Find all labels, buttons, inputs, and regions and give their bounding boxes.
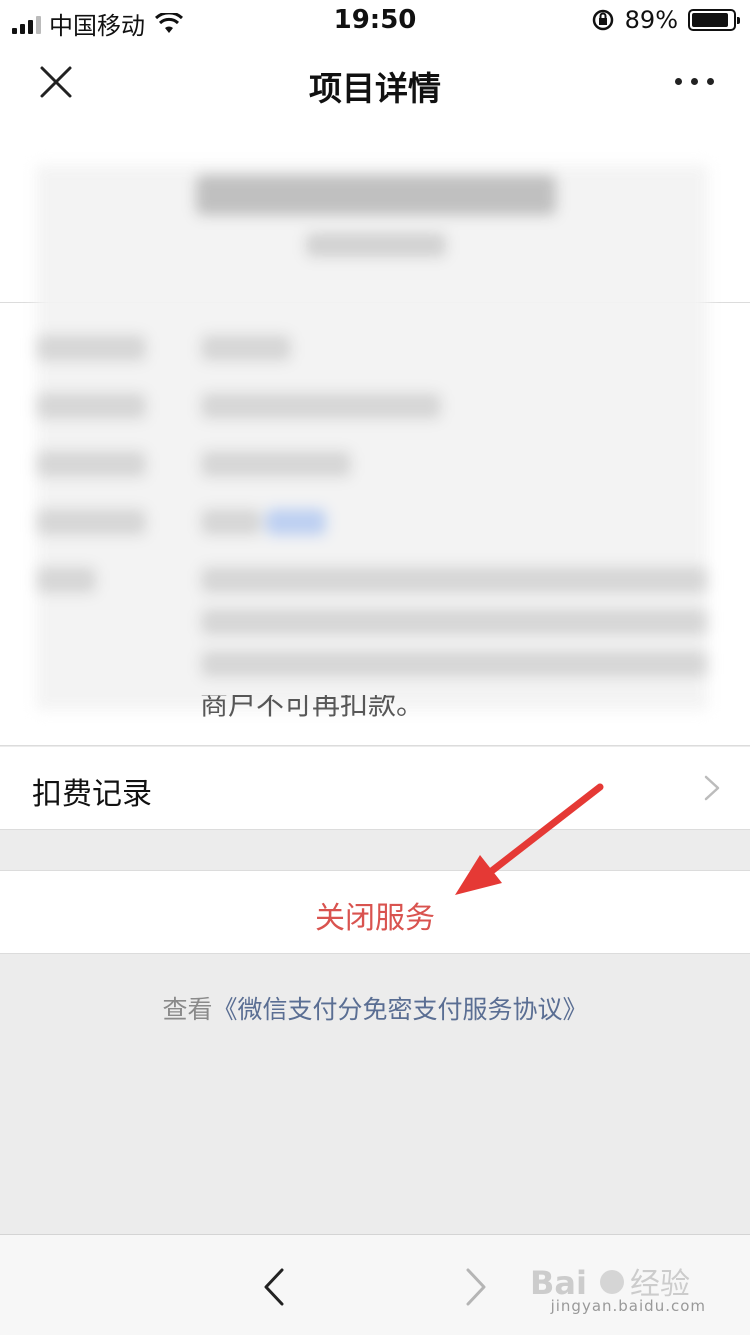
status-bar: 中国移动 19:50 89% [0,0,750,40]
annotation-arrow-icon [455,783,604,895]
page-title: 项目详情 [309,69,441,108]
agreement-link[interactable]: 《微信支付分免密支付服务协议》 [213,995,588,1024]
battery-percent: 89% [624,6,678,34]
more-dots-icon[interactable] [675,78,714,85]
back-arrow-icon[interactable] [262,1267,286,1307]
chevron-right-icon [704,775,720,801]
nav-bar: 项目详情 [0,40,750,128]
status-right: 89% [591,6,740,34]
agreement-prefix: 查看 [162,995,213,1024]
deduction-records-row[interactable]: 扣费记录 [0,747,750,830]
agreement-line: 查看《微信支付分免密支付服务协议》 [0,990,750,1026]
deduction-records-label: 扣费记录 [32,777,152,812]
battery-icon [688,9,740,31]
close-service-button[interactable]: 关闭服务 [0,870,750,954]
close-service-label: 关闭服务 [315,901,435,936]
description-tail: 商户不可再扣款。 [200,695,425,719]
blurred-content [36,165,708,710]
rotation-lock-icon [592,9,613,31]
forward-arrow-icon[interactable] [464,1267,488,1307]
watermark-url: jingyan.baidu.com [550,1297,706,1315]
